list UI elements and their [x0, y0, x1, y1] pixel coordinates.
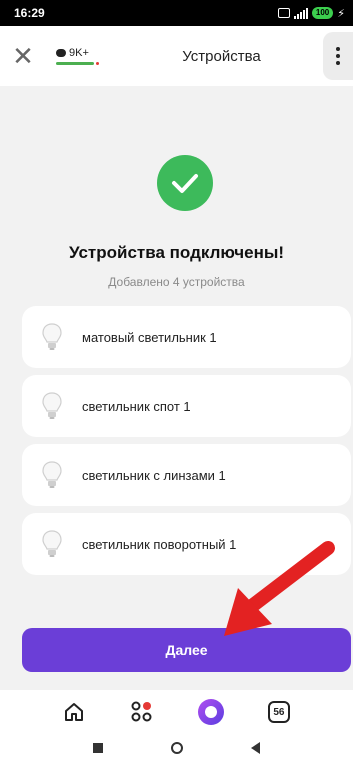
chat-icon — [56, 49, 66, 57]
device-item[interactable]: светильник с линзами 1 — [22, 444, 351, 506]
sim-icon — [277, 8, 290, 18]
bulb-icon — [28, 306, 76, 368]
device-name: светильник спот 1 — [82, 398, 191, 414]
device-name: светильник с линзами 1 — [82, 467, 226, 483]
signal-icon — [293, 7, 308, 19]
bulb-icon — [28, 444, 76, 506]
device-item[interactable]: светильник спот 1 — [22, 375, 351, 437]
more-menu-button[interactable] — [323, 32, 353, 80]
services-grid-icon — [131, 701, 152, 722]
success-check-icon — [157, 155, 213, 211]
notifications-badge[interactable]: 9K+ — [56, 47, 118, 65]
nav-home[interactable] — [54, 692, 94, 732]
bulb-icon — [28, 513, 76, 575]
status-icons: 100 ⚡ — [277, 7, 345, 20]
recent-apps-button[interactable] — [93, 743, 103, 753]
device-list: матовый светильник 1 светильник спот 1 с… — [22, 306, 351, 582]
page-title: Устройства — [182, 47, 261, 65]
status-bar: 16:29 100 ⚡ — [0, 0, 353, 26]
nav-alice[interactable] — [191, 692, 231, 732]
close-icon: ✕ — [12, 40, 34, 71]
next-button[interactable]: Далее — [22, 628, 351, 672]
success-subtitle: Добавлено 4 устройства — [108, 275, 245, 289]
bottom-navigation: 56 — [0, 690, 353, 734]
success-title: Устройства подключены! — [68, 243, 285, 262]
notifications-count: 9K+ — [69, 47, 89, 59]
device-name: светильник поворотный 1 — [82, 536, 237, 552]
home-icon — [65, 703, 84, 721]
battery-level: 100 — [311, 7, 334, 19]
tabs-count: 56 — [267, 701, 290, 723]
nav-tabs[interactable]: 56 — [259, 692, 299, 732]
home-button[interactable] — [171, 742, 183, 754]
system-navigation-bar — [0, 734, 353, 762]
nav-services[interactable] — [122, 692, 162, 732]
bulb-icon — [28, 375, 76, 437]
kebab-menu-icon — [336, 47, 340, 65]
device-item[interactable]: светильник поворотный 1 — [22, 513, 351, 575]
status-time: 16:29 — [14, 6, 45, 20]
back-button[interactable] — [251, 742, 260, 754]
alice-assistant-icon — [197, 699, 224, 725]
device-item[interactable]: матовый светильник 1 — [22, 306, 351, 368]
charging-icon: ⚡ — [337, 7, 345, 20]
close-button[interactable]: ✕ — [0, 26, 46, 86]
app-header: ✕ 9K+ Устройства — [0, 26, 353, 86]
device-name: матовый светильник 1 — [82, 329, 217, 345]
badge-progress — [56, 62, 99, 65]
